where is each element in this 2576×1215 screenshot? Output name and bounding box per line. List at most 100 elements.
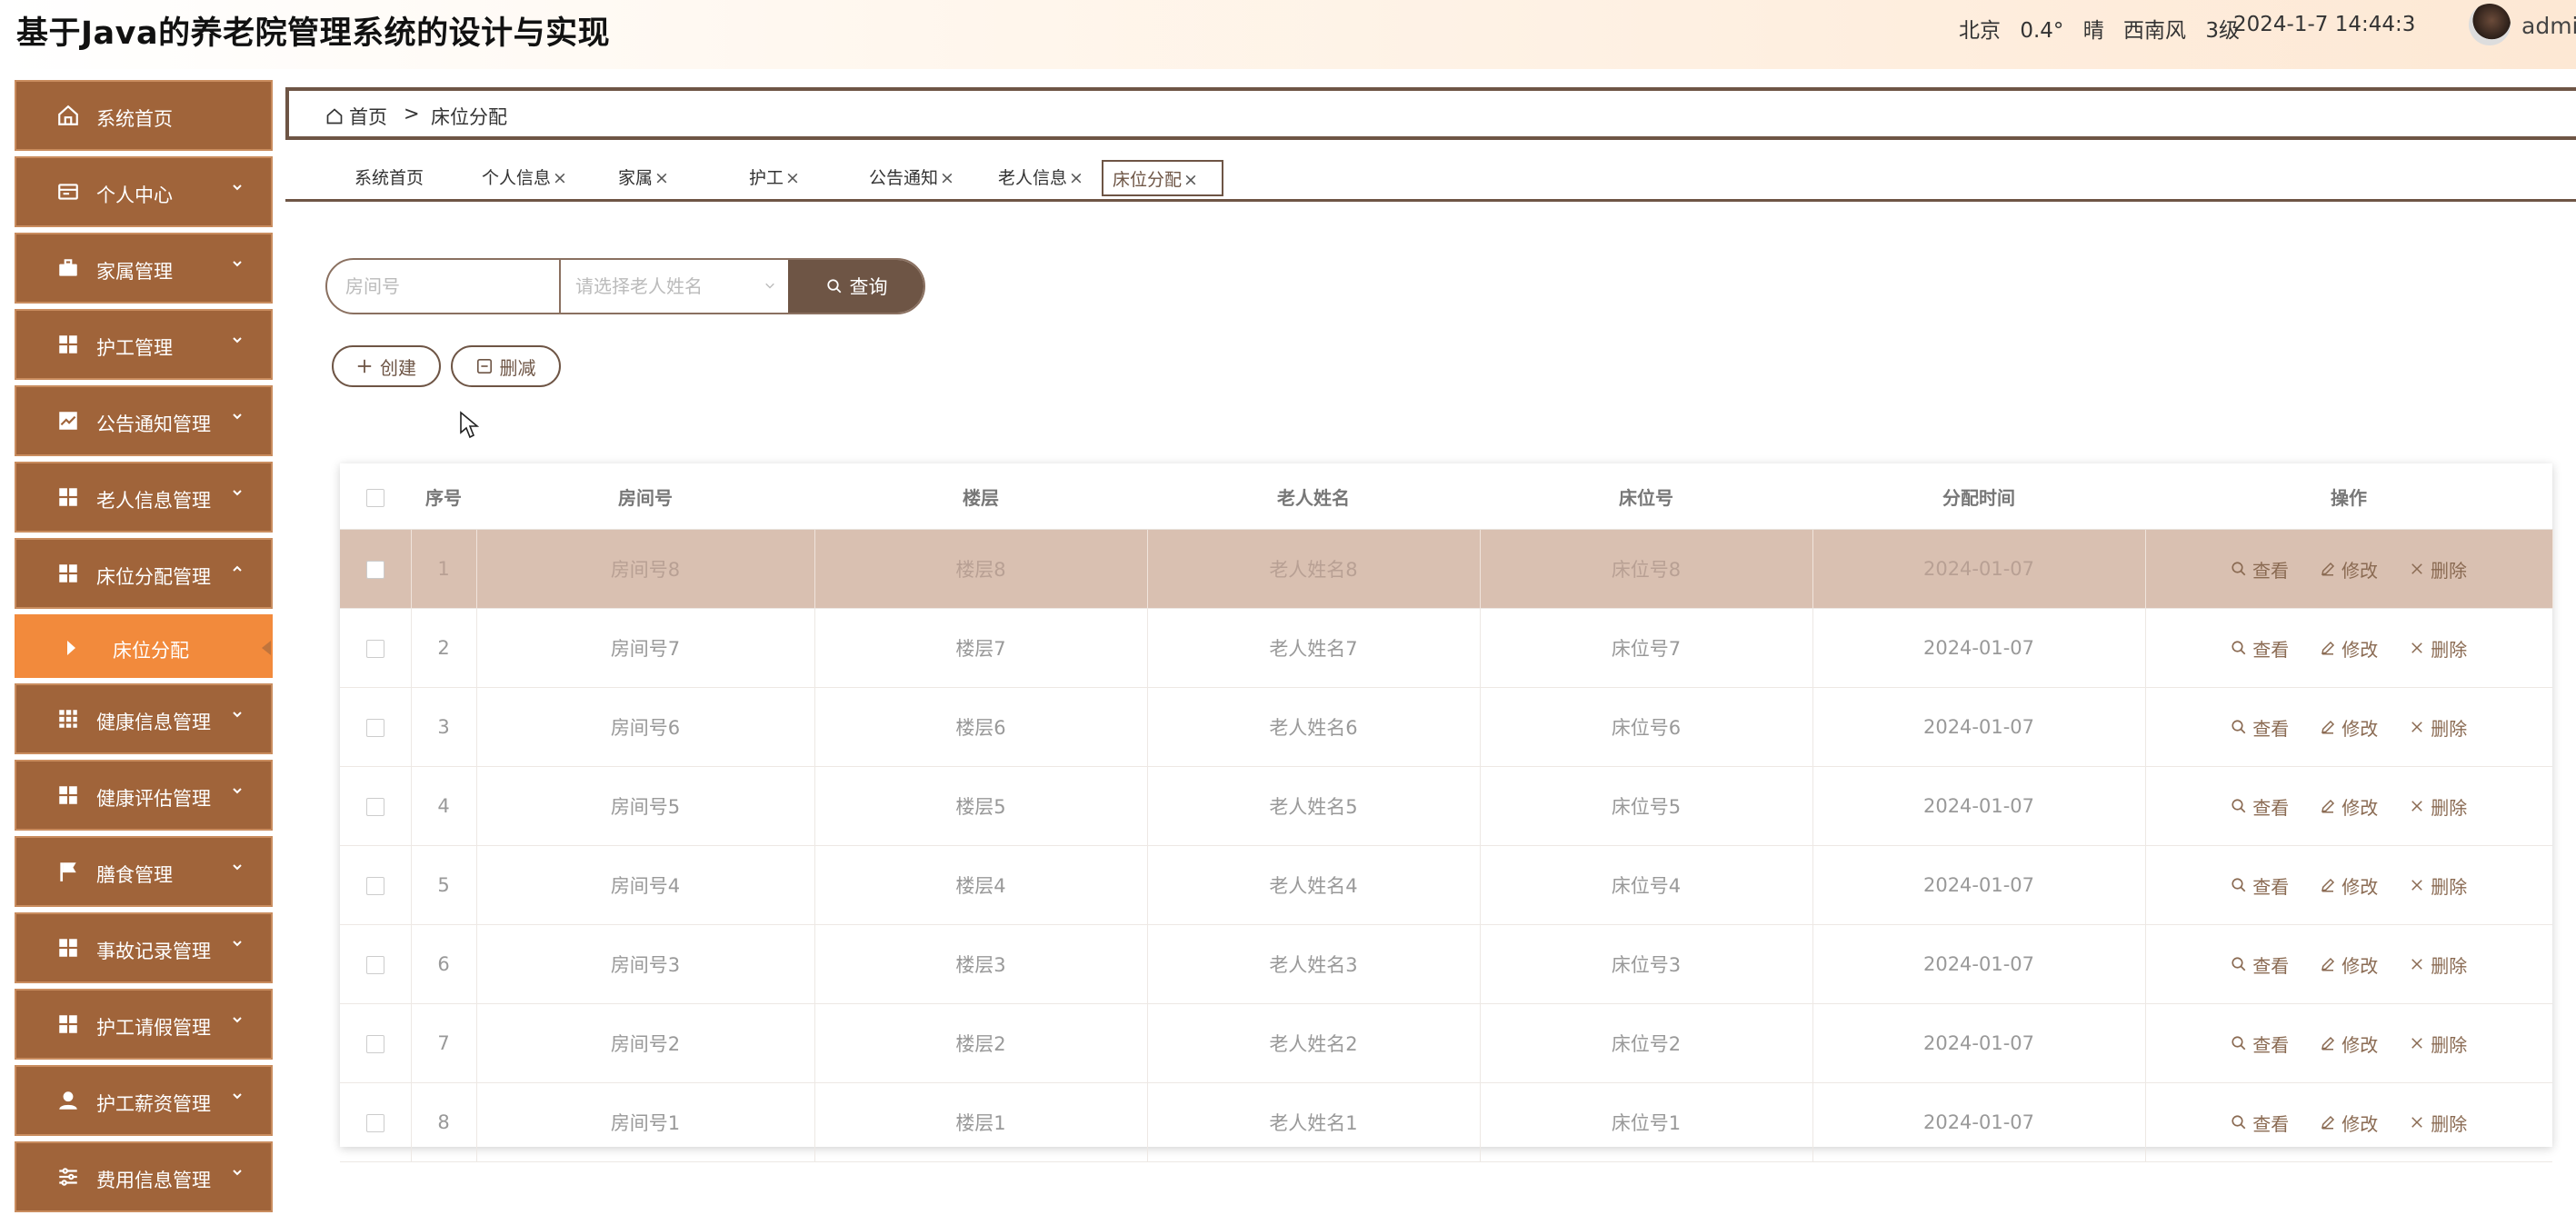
sidebar-item-personal-center[interactable]: 个人中心 xyxy=(15,156,273,227)
close-icon xyxy=(2411,801,2423,812)
tab-home[interactable]: 系统首页 xyxy=(345,160,433,196)
close-icon[interactable]: × xyxy=(1069,168,1083,188)
delete-button[interactable]: 删除 xyxy=(2409,951,2467,978)
select-all-cell[interactable] xyxy=(340,463,411,530)
row-select-cell[interactable] xyxy=(340,608,412,688)
sidebar-item-bed-allocation[interactable]: 床位分配管理 xyxy=(15,538,273,609)
sidebar-item-home[interactable]: 系统首页 xyxy=(15,80,273,151)
user-avatar[interactable] xyxy=(2469,4,2511,45)
view-button[interactable]: 查看 xyxy=(2231,951,2289,978)
elder-name-select[interactable]: 请选择老人姓名 xyxy=(561,260,788,313)
close-icon[interactable]: × xyxy=(654,168,669,188)
row-select-cell[interactable] xyxy=(340,924,412,1004)
row-select-cell[interactable] xyxy=(340,1003,412,1083)
row-checkbox[interactable] xyxy=(365,1114,384,1132)
view-button[interactable]: 查看 xyxy=(2231,635,2289,662)
table-row[interactable]: 7 房间号2 楼层2 老人姓名2 床位号2 2024-01-07 查看 修改 删除 xyxy=(340,1003,2552,1083)
row-actions: 查看 修改 删除 xyxy=(2147,951,2552,978)
delete-button[interactable]: 删除 xyxy=(2409,556,2467,583)
query-button[interactable]: 查询 xyxy=(788,260,924,313)
sidebar-subitem-bed-allocation[interactable]: 床位分配 xyxy=(15,614,273,678)
edit-label: 修改 xyxy=(2341,1112,2379,1135)
row-select-cell[interactable] xyxy=(340,529,412,609)
edit-button[interactable]: 修改 xyxy=(2320,714,2378,741)
tab-personal-info[interactable]: 个人信息 × xyxy=(473,160,576,196)
sidebar-item-caregiver-salary[interactable]: 护工薪资管理 xyxy=(15,1065,273,1136)
row-checkbox[interactable] xyxy=(365,640,384,658)
edit-button[interactable]: 修改 xyxy=(2320,872,2378,899)
row-checkbox[interactable] xyxy=(365,877,384,895)
search-icon xyxy=(2232,1115,2246,1130)
sidebar-item-notice[interactable]: 公告通知管理 xyxy=(15,385,273,456)
edit-button[interactable]: 修改 xyxy=(2320,635,2378,662)
sidebar-item-health-assessment[interactable]: 健康评估管理 xyxy=(15,760,273,831)
room-number-input[interactable] xyxy=(327,260,559,313)
row-select-cell[interactable] xyxy=(340,687,412,767)
tab-caregiver[interactable]: 护工 × xyxy=(740,160,809,196)
tab-notice[interactable]: 公告通知 × xyxy=(860,160,964,196)
close-icon[interactable]: × xyxy=(940,168,954,188)
view-button[interactable]: 查看 xyxy=(2231,793,2289,820)
row-actions: 查看 修改 删除 xyxy=(2147,872,2552,899)
search-icon xyxy=(2232,957,2246,971)
close-icon[interactable]: × xyxy=(1183,170,1198,190)
table-row[interactable]: 6 房间号3 楼层3 老人姓名3 床位号3 2024-01-07 查看 修改 删除 xyxy=(340,924,2552,1004)
tab-bed-allocation[interactable]: 床位分配 × xyxy=(1102,160,1223,196)
create-button[interactable]: 创建 xyxy=(332,345,441,387)
select-all-checkbox[interactable] xyxy=(366,488,384,507)
view-button[interactable]: 查看 xyxy=(2231,1031,2289,1057)
sidebar-item-meals[interactable]: 膳食管理 xyxy=(15,836,273,907)
chevron-down-icon xyxy=(233,788,242,794)
view-button[interactable]: 查看 xyxy=(2231,556,2289,583)
table-row[interactable]: 3 房间号6 楼层6 老人姓名6 床位号6 2024-01-07 查看 修改 删除 xyxy=(340,687,2552,767)
table-row[interactable]: 8 房间号1 楼层1 老人姓名1 床位号1 2024-01-07 查看 修改 删除 xyxy=(340,1082,2552,1162)
row-select-cell[interactable] xyxy=(340,1082,412,1162)
edit-button[interactable]: 修改 xyxy=(2320,1110,2378,1136)
batch-delete-button[interactable]: 删减 xyxy=(451,345,561,387)
row-checkbox[interactable] xyxy=(365,561,384,579)
view-label: 查看 xyxy=(2252,717,2290,740)
delete-button[interactable]: 删除 xyxy=(2409,872,2467,899)
view-label: 查看 xyxy=(2252,796,2290,819)
sidebar-item-caregiver-leave[interactable]: 护工请假管理 xyxy=(15,989,273,1060)
sidebar-item-family[interactable]: 家属管理 xyxy=(15,233,273,304)
close-icon[interactable]: × xyxy=(785,168,800,188)
view-button[interactable]: 查看 xyxy=(2231,1110,2289,1136)
table-row[interactable]: 5 房间号4 楼层4 老人姓名4 床位号4 2024-01-07 查看 修改 删除 xyxy=(340,845,2552,925)
row-checkbox[interactable] xyxy=(365,719,384,737)
delete-button[interactable]: 删除 xyxy=(2409,793,2467,820)
delete-button[interactable]: 删除 xyxy=(2409,1031,2467,1057)
close-icon[interactable]: × xyxy=(553,168,567,188)
sidebar-item-elder-info[interactable]: 老人信息管理 xyxy=(15,462,273,533)
sidebar-item-health-info[interactable]: 健康信息管理 xyxy=(15,683,273,754)
table-row[interactable]: 4 房间号5 楼层5 老人姓名5 床位号5 2024-01-07 查看 修改 删除 xyxy=(340,766,2552,846)
row-select-cell[interactable] xyxy=(340,845,412,925)
table-row[interactable]: 2 房间号7 楼层7 老人姓名7 床位号7 2024-01-07 查看 修改 删除 xyxy=(340,608,2552,688)
sidebar-item-accident-records[interactable]: 事故记录管理 xyxy=(15,912,273,983)
view-button[interactable]: 查看 xyxy=(2231,872,2289,899)
edit-button[interactable]: 修改 xyxy=(2320,793,2378,820)
row-actions: 查看 修改 删除 xyxy=(2147,635,2552,662)
view-button[interactable]: 查看 xyxy=(2231,714,2289,741)
sidebar-item-fees[interactable]: 费用信息管理 xyxy=(15,1141,273,1212)
row-actions: 查看 修改 删除 xyxy=(2147,556,2551,583)
edit-button[interactable]: 修改 xyxy=(2320,1031,2378,1057)
sidebar-item-caregiver[interactable]: 护工管理 xyxy=(15,309,273,380)
table-row[interactable]: 1 房间号8 楼层8 老人姓名8 床位号8 2024-01-07 查看 修改 删除 xyxy=(340,529,2553,609)
row-select-cell[interactable] xyxy=(340,766,412,846)
edit-button[interactable]: 修改 xyxy=(2320,556,2378,583)
sliders-icon xyxy=(59,1168,77,1186)
tab-elder-info[interactable]: 老人信息 × xyxy=(989,160,1093,196)
delete-button[interactable]: 删除 xyxy=(2409,1110,2467,1136)
cell-date: 2024-01-07 xyxy=(1812,924,2146,1004)
edit-button[interactable]: 修改 xyxy=(2320,951,2378,978)
row-checkbox[interactable] xyxy=(365,1035,384,1053)
delete-button[interactable]: 删除 xyxy=(2409,635,2467,662)
tab-family[interactable]: 家属 × xyxy=(609,160,678,196)
row-checkbox[interactable] xyxy=(365,956,384,974)
row-checkbox[interactable] xyxy=(365,798,384,816)
pencil-icon xyxy=(2321,957,2335,971)
breadcrumb-home[interactable]: 首页 xyxy=(325,103,387,130)
username[interactable]: admin xyxy=(2521,13,2576,39)
delete-button[interactable]: 删除 xyxy=(2409,714,2467,741)
